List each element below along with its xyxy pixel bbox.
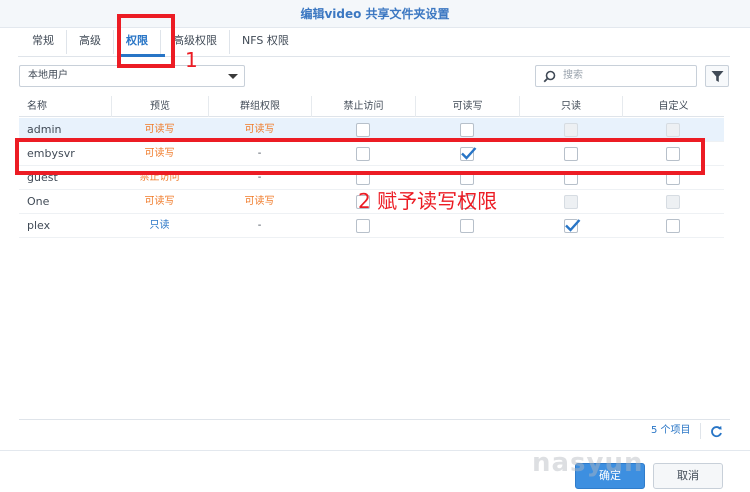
shared-folder-dialog: 编辑video 共享文件夹设置 常规 高级 权限 高级权限 NFS 权限 本地用…	[0, 0, 750, 492]
no-access-checkbox[interactable]	[356, 123, 370, 137]
user-name: One	[27, 195, 50, 208]
search-placeholder: 搜索	[563, 70, 583, 81]
col-preview[interactable]: 预览	[111, 96, 208, 117]
read-only-checkbox	[563, 195, 578, 209]
annotation-step-1: 1	[185, 48, 198, 72]
col-name[interactable]: 名称	[19, 96, 111, 117]
col-custom[interactable]: 自定义	[622, 96, 724, 117]
read-write-checkbox[interactable]	[460, 219, 474, 233]
chevron-down-icon	[228, 74, 238, 79]
preview-permission: 可读写	[144, 196, 175, 207]
tab-general[interactable]: 常规	[20, 30, 67, 54]
table-row[interactable]: plex 只读 -	[19, 214, 724, 238]
refresh-icon[interactable]	[710, 425, 723, 438]
footer-separator	[700, 423, 701, 439]
user-type-select[interactable]: 本地用户	[19, 65, 245, 87]
item-count: 5 个项目	[651, 425, 691, 436]
annotation-box-row	[15, 138, 705, 175]
custom-checkbox	[666, 123, 680, 137]
read-write-checkbox[interactable]	[460, 123, 474, 137]
checkmark-icon	[564, 219, 580, 232]
search-input[interactable]: 搜索	[535, 65, 697, 87]
cancel-button[interactable]: 取消	[653, 463, 723, 489]
annotation-step-2: 2 赋予读写权限	[358, 189, 498, 213]
read-only-checkbox[interactable]	[563, 219, 580, 233]
filter-button[interactable]	[705, 65, 729, 87]
user-name: plex	[27, 219, 51, 232]
dialog-title: 编辑video 共享文件夹设置	[0, 0, 750, 28]
tab-advanced[interactable]: 高级	[67, 30, 114, 54]
col-no-access[interactable]: 禁止访问	[311, 96, 415, 117]
group-permission: -	[257, 220, 262, 231]
filter-icon	[711, 71, 724, 82]
search-icon	[543, 70, 556, 83]
no-access-checkbox[interactable]	[356, 219, 370, 233]
user-type-value: 本地用户	[28, 70, 68, 81]
preview-permission: 只读	[149, 220, 170, 231]
custom-checkbox	[666, 195, 680, 209]
col-read-write[interactable]: 可读写	[415, 96, 519, 117]
col-read-only[interactable]: 只读	[519, 96, 622, 117]
read-only-checkbox	[563, 123, 578, 137]
watermark-logo: nasyun	[532, 448, 644, 478]
tab-nfs-permissions[interactable]: NFS 权限	[230, 30, 301, 54]
table-header: 名称 预览 群组权限 禁止访问 可读写 只读 自定义	[19, 96, 724, 117]
footer-divider	[19, 419, 730, 420]
group-permission: 可读写	[244, 196, 275, 207]
annotation-box-tab	[117, 14, 175, 68]
col-group-permission[interactable]: 群组权限	[208, 96, 311, 117]
custom-checkbox[interactable]	[666, 219, 680, 233]
